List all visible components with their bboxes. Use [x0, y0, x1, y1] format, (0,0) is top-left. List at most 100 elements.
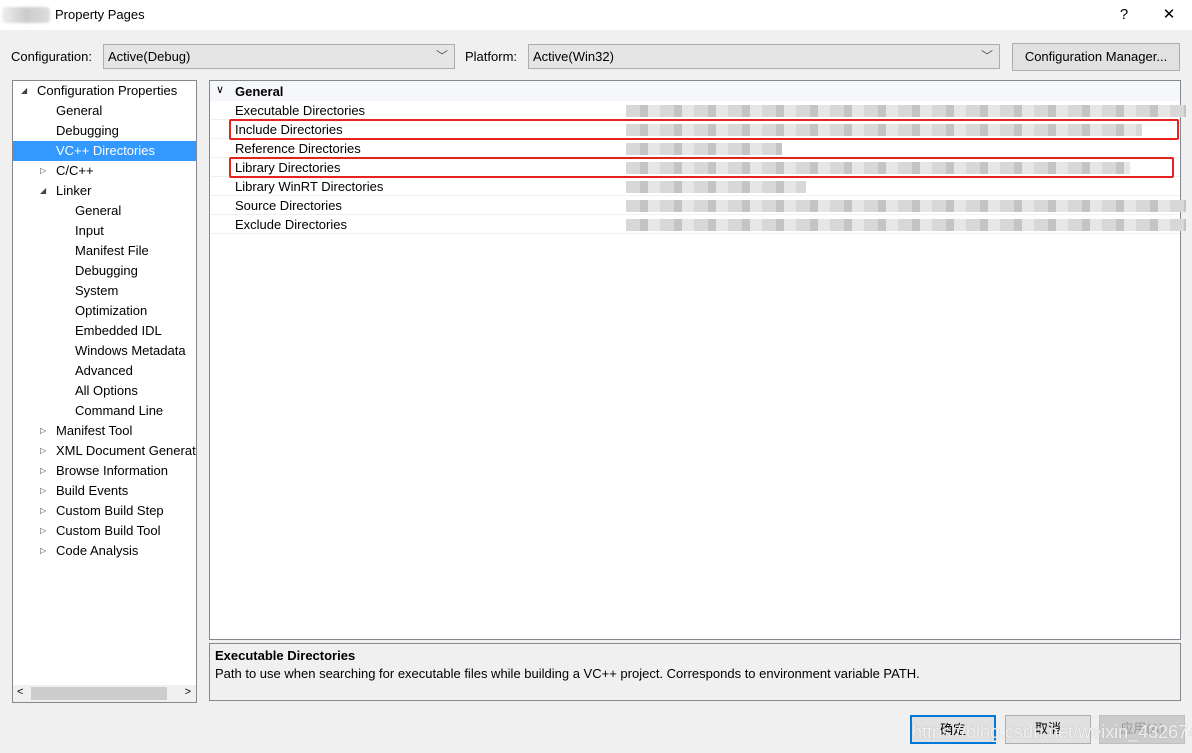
tree-item[interactable]: General: [13, 201, 196, 221]
tree-item[interactable]: ▷ C/C++: [13, 161, 196, 181]
tree-item[interactable]: ◢ Configuration Properties: [13, 81, 196, 101]
tree-item-label: Custom Build Step: [56, 503, 164, 518]
tree-item[interactable]: Windows Metadata: [13, 341, 196, 361]
tree-item[interactable]: All Options: [13, 381, 196, 401]
tree-item[interactable]: ▷ Manifest Tool: [13, 421, 196, 441]
tree-item[interactable]: Command Line: [13, 401, 196, 421]
property-value-blurred[interactable]: [626, 143, 782, 155]
configuration-dropdown[interactable]: Active(Debug) ﹀: [103, 44, 455, 69]
tree-item[interactable]: System: [13, 281, 196, 301]
tree-item-label: Advanced: [75, 363, 133, 378]
highlight-box: [229, 157, 1174, 178]
title-bar: Property Pages ? ✕: [0, 0, 1192, 30]
platform-dropdown[interactable]: Active(Win32) ﹀: [528, 44, 1000, 69]
property-row[interactable]: Source Directories: [210, 196, 1186, 215]
tree-item[interactable]: Debugging: [13, 121, 196, 141]
tree-item[interactable]: ▷ Custom Build Tool: [13, 521, 196, 541]
horizontal-scrollbar[interactable]: < >: [13, 685, 196, 702]
tree-item-label: Command Line: [75, 403, 164, 418]
platform-value: Active(Win32): [533, 49, 614, 64]
tree-item[interactable]: Advanced: [13, 361, 196, 381]
chevron-down-icon[interactable]: ∨: [216, 83, 224, 96]
category-header[interactable]: ∨ General: [210, 81, 1180, 101]
property-value-blurred[interactable]: [626, 105, 1186, 117]
property-grid: ∨ General Executable Directories Include …: [209, 80, 1186, 640]
close-button[interactable]: ✕: [1157, 4, 1181, 26]
tree-item-label: Code Analysis: [56, 543, 139, 558]
expand-triangle-icon[interactable]: ▷: [40, 161, 46, 181]
tree-item-label: Build Events: [56, 483, 129, 498]
property-name: Exclude Directories: [235, 217, 347, 232]
property-row[interactable]: Executable Directories: [210, 101, 1186, 120]
description-text: Path to use when searching for executabl…: [215, 666, 920, 681]
platform-label: Platform:: [465, 49, 518, 64]
property-name: Executable Directories: [235, 103, 366, 118]
tree-item[interactable]: Debugging: [13, 261, 196, 281]
watermark: https://blog.csdn.net/weixin_43267471: [912, 722, 1192, 742]
collapse-triangle-icon[interactable]: ◢: [40, 181, 46, 201]
tree-item-label: Manifest Tool: [56, 423, 133, 438]
help-button[interactable]: ?: [1112, 4, 1136, 26]
scrollbar-thumb[interactable]: [31, 687, 167, 700]
property-value-blurred[interactable]: [626, 181, 806, 193]
tree-item[interactable]: ▷ Browse Information: [13, 461, 196, 481]
property-row[interactable]: Reference Directories: [210, 139, 1180, 158]
description-title: Executable Directories: [215, 648, 356, 663]
tree-item-label: Configuration Properties: [37, 83, 178, 98]
tree-item-label: Windows Metadata: [75, 343, 186, 358]
tree-item-label: XML Document Generat: [56, 443, 196, 458]
highlight-box: [229, 119, 1179, 140]
tree-item-label: Custom Build Tool: [56, 523, 161, 538]
tree-item-label: General: [56, 103, 103, 118]
chevron-down-icon: ﹀: [980, 49, 993, 63]
tree-item-label: VC++ Directories: [56, 143, 155, 158]
property-row[interactable]: Library WinRT Directories: [210, 177, 1180, 196]
tree-item[interactable]: ▷ XML Document Generat: [13, 441, 196, 461]
expand-triangle-icon[interactable]: ▷: [40, 461, 46, 481]
property-value-blurred[interactable]: [626, 219, 1186, 231]
tree-item[interactable]: ◢ Linker: [13, 181, 196, 201]
property-value-blurred[interactable]: [626, 200, 1186, 212]
tree-item-label: System: [75, 283, 119, 298]
tree-item[interactable]: Embedded IDL: [13, 321, 196, 341]
window-title: Property Pages: [55, 7, 145, 22]
description-panel: Executable Directories Path to use when …: [209, 643, 1181, 701]
expand-triangle-icon[interactable]: ▷: [40, 541, 46, 561]
expand-triangle-icon[interactable]: ▷: [40, 521, 46, 541]
tree-item[interactable]: ▷ Code Analysis: [13, 541, 196, 561]
tree-item[interactable]: Input: [13, 221, 196, 241]
expand-triangle-icon[interactable]: ▷: [40, 421, 46, 441]
tree-item[interactable]: ▷ Custom Build Step: [13, 501, 196, 521]
category-title: General: [235, 84, 284, 99]
expand-triangle-icon[interactable]: ▷: [40, 441, 46, 461]
tree-item-label: Manifest File: [75, 243, 149, 258]
tree-item-label: C/C++: [56, 163, 94, 178]
expand-triangle-icon[interactable]: ▷: [40, 481, 46, 501]
configuration-label: Configuration:: [11, 49, 92, 64]
tree-item-label: All Options: [75, 383, 138, 398]
tree-item-label: Embedded IDL: [75, 323, 162, 338]
property-name: Source Directories: [235, 198, 342, 213]
tree-item-label: General: [75, 203, 122, 218]
tree-item-label: Browse Information: [56, 463, 168, 478]
configuration-value: Active(Debug): [108, 49, 191, 64]
chevron-down-icon: ﹀: [435, 49, 448, 63]
tree-item-label: Debugging: [75, 263, 138, 278]
tree-item[interactable]: Manifest File: [13, 241, 196, 261]
tree-item[interactable]: Optimization: [13, 301, 196, 321]
property-name: Reference Directories: [235, 141, 361, 156]
tree-item[interactable]: General: [13, 101, 196, 121]
property-name: Library WinRT Directories: [235, 179, 384, 194]
configuration-manager-button[interactable]: Configuration Manager...: [1012, 43, 1180, 71]
tree-item[interactable]: ▷ Build Events: [13, 481, 196, 501]
tree-item-label: Linker: [56, 183, 92, 198]
property-tree[interactable]: ▷ Code Analysis ▷ Custom Build Tool ▷ Custom …: [12, 80, 197, 703]
tree-item[interactable]: VC++ Directories: [13, 141, 196, 161]
app-icon: [2, 7, 50, 23]
tree-item-label: Optimization: [75, 303, 148, 318]
property-row[interactable]: Exclude Directories: [210, 215, 1186, 234]
tree-item-label: Debugging: [56, 123, 119, 138]
tree-item-label: Input: [75, 223, 104, 238]
expand-triangle-icon[interactable]: ▷: [40, 501, 46, 521]
collapse-triangle-icon[interactable]: ◢: [21, 81, 27, 101]
